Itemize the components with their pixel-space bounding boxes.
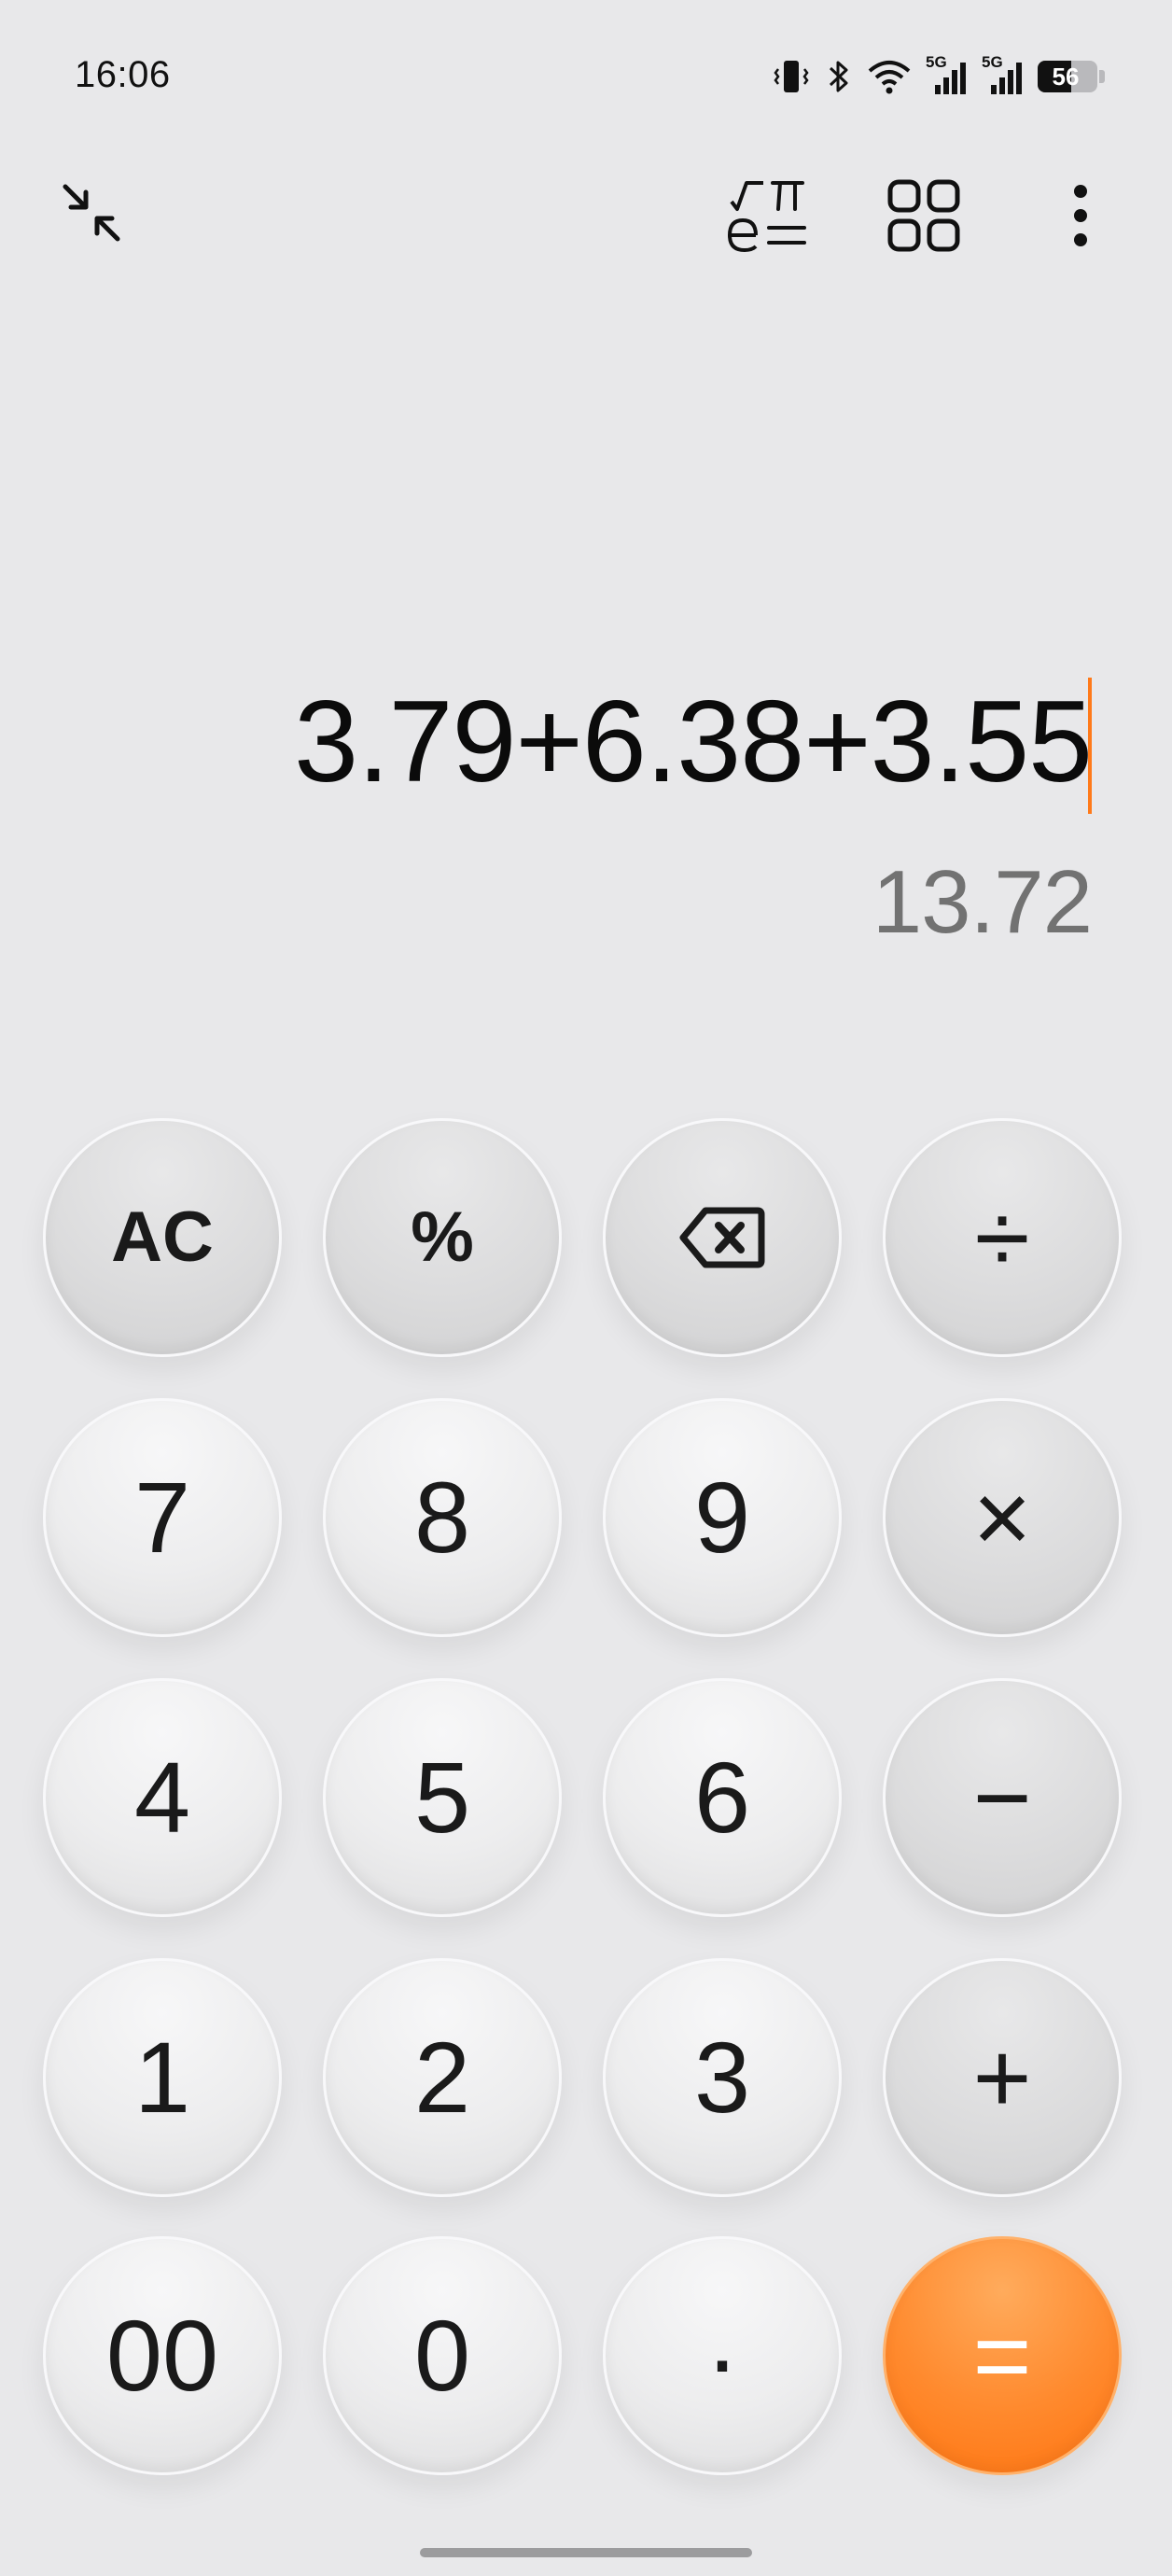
scientific-mode-button[interactable] [722, 174, 816, 258]
digit-9-label: 9 [693, 1461, 751, 1574]
result-preview: 13.72 [872, 852, 1093, 952]
collapse-icon [63, 184, 120, 242]
add-label: + [972, 2021, 1032, 2134]
digit-9-button[interactable]: 9 [603, 1398, 842, 1637]
multiply-label: × [972, 1461, 1032, 1574]
bluetooth-icon [825, 56, 853, 97]
battery-level: 56 [1052, 63, 1080, 91]
digit-3-button[interactable]: 3 [603, 1958, 842, 2197]
percent-button[interactable]: % [323, 1118, 562, 1357]
keypad: AC % ÷ 7 8 9 × 4 5 6 − 1 2 3 + 00 0 . = [43, 1118, 1122, 2475]
percent-label: % [411, 1197, 474, 1277]
signal-icon-sim2: 5G [982, 53, 1025, 96]
digit-4-label: 4 [133, 1741, 191, 1854]
grid-icon [887, 179, 960, 252]
digit-5-button[interactable]: 5 [323, 1678, 562, 1917]
digit-8-button[interactable]: 8 [323, 1398, 562, 1637]
double-zero-button[interactable]: 00 [43, 2236, 282, 2475]
backspace-icon [679, 1207, 765, 1268]
digit-8-label: 8 [413, 1461, 471, 1574]
scientific-mode-icon [727, 181, 806, 253]
decimal-point-button[interactable]: . [603, 2236, 842, 2475]
digit-1-label: 1 [133, 2021, 191, 2134]
home-indicator[interactable] [420, 2548, 752, 2557]
divide-button[interactable]: ÷ [883, 1118, 1122, 1357]
digit-5-label: 5 [413, 1741, 471, 1854]
multiply-button[interactable]: × [883, 1398, 1122, 1637]
clear-label: AC [111, 1197, 214, 1277]
status-time: 16:06 [75, 54, 171, 95]
digit-0-button[interactable]: 0 [323, 2236, 562, 2475]
digit-7-button[interactable]: 7 [43, 1398, 282, 1637]
divide-label: ÷ [974, 1181, 1030, 1294]
collapse-button[interactable] [54, 175, 129, 250]
unit-converter-button[interactable] [881, 175, 967, 256]
text-cursor [1088, 678, 1092, 814]
backspace-button[interactable] [603, 1118, 842, 1357]
digit-1-button[interactable]: 1 [43, 1958, 282, 2197]
subtract-label: − [972, 1741, 1032, 1854]
digit-2-button[interactable]: 2 [323, 1958, 562, 2197]
add-button[interactable]: + [883, 1958, 1122, 2197]
equals-label: = [972, 2299, 1032, 2412]
status-bar: 16:06 5G 5G 56 [0, 0, 1172, 149]
wifi-icon [866, 56, 913, 97]
digit-7-label: 7 [133, 1461, 191, 1574]
signal-icon-sim1: 5G [926, 53, 969, 96]
clear-button[interactable]: AC [43, 1118, 282, 1357]
digit-0-label: 0 [413, 2299, 471, 2412]
double-zero-label: 00 [105, 2299, 219, 2412]
vibrate-icon [771, 56, 812, 97]
digit-6-label: 6 [693, 1741, 751, 1854]
subtract-button[interactable]: − [883, 1678, 1122, 1917]
decimal-point-label: . [707, 2280, 736, 2393]
more-options-button[interactable] [1054, 175, 1107, 256]
digit-2-label: 2 [413, 2021, 471, 2134]
digit-4-button[interactable]: 4 [43, 1678, 282, 1917]
battery-tip [1099, 70, 1105, 83]
equals-button[interactable]: = [883, 2236, 1122, 2475]
expression-display[interactable]: 3.79+6.38+3.55 [294, 672, 1093, 812]
digit-3-label: 3 [693, 2021, 751, 2134]
status-icons: 5G 5G 56 [771, 53, 1105, 99]
more-vert-icon [1074, 185, 1087, 246]
calculator-screen: 16:06 5G 5G 56 3.79+6.38+3.55 13.72 AC %… [0, 0, 1172, 2576]
battery-icon: 56 [1038, 61, 1097, 92]
digit-6-button[interactable]: 6 [603, 1678, 842, 1917]
